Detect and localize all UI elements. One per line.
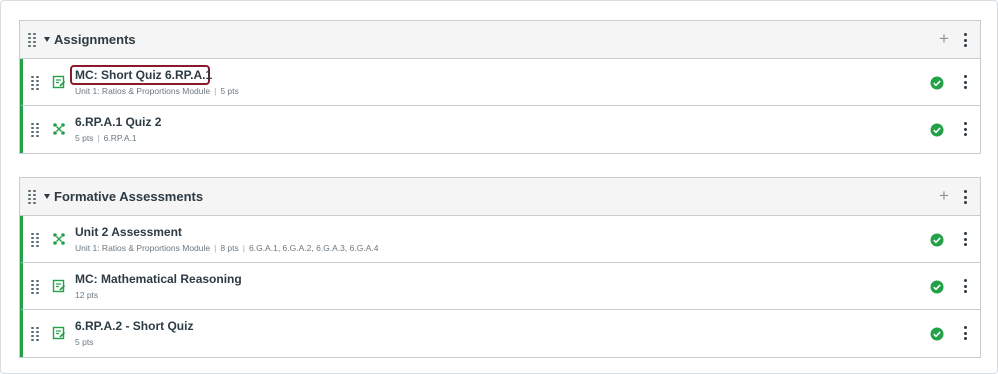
points: 5 pts <box>75 337 94 347</box>
points: 5 pts <box>75 133 94 143</box>
quiz-icon <box>53 123 65 135</box>
assignment-title-link[interactable]: 6.RP.A.2 - Short Quiz <box>75 319 193 333</box>
published-check-icon[interactable] <box>930 233 944 247</box>
kebab-menu-icon[interactable] <box>963 190 967 204</box>
assignment-row[interactable]: MC: Short Quiz 6.RP.A.1 Unit 1: Ratios &… <box>20 59 980 106</box>
module-name: Unit 1: Ratios & Proportions Module <box>75 243 211 253</box>
outcome-tags: 6.RP.A.1 <box>103 133 137 143</box>
assignment-meta: 5 pts <box>75 337 93 347</box>
published-check-icon[interactable] <box>930 76 944 90</box>
published-check-icon[interactable] <box>930 123 944 137</box>
drag-handle-icon[interactable] <box>31 76 39 90</box>
kebab-menu-icon[interactable] <box>963 75 967 89</box>
drag-handle-icon[interactable] <box>31 327 39 341</box>
drag-handle-icon[interactable] <box>28 33 36 47</box>
assignment-meta: Unit 1: Ratios & Proportions Module | 5 pt… <box>75 86 239 96</box>
assignment-row[interactable]: 6.RP.A.1 Quiz 2 5 pts | 6.RP.A.1 <box>20 106 980 153</box>
assignment-title-link[interactable]: MC: Short Quiz 6.RP.A.1 <box>75 68 212 82</box>
assignment-icon <box>52 326 66 340</box>
plus-icon[interactable]: + <box>938 187 950 204</box>
outcome-tags: 6.G.A.1, 6.G.A.2, 6.G.A.3, 6.G.A.4 <box>249 243 379 253</box>
plus-icon[interactable]: + <box>938 30 950 47</box>
assignment-row[interactable]: 6.RP.A.2 - Short Quiz 5 pts <box>20 310 980 357</box>
assignment-title-link[interactable]: Unit 2 Assessment <box>75 225 182 239</box>
assignment-icon <box>52 75 66 89</box>
module-name: Unit 1: Ratios & Proportions Module <box>75 86 211 96</box>
assignment-meta: 5 pts | 6.RP.A.1 <box>75 133 137 143</box>
group-header[interactable]: Assignments + <box>20 21 980 59</box>
assignment-icon <box>52 279 66 293</box>
kebab-menu-icon[interactable] <box>963 326 967 340</box>
kebab-menu-icon[interactable] <box>963 232 967 246</box>
points: 8 pts <box>220 243 239 253</box>
assignment-row[interactable]: MC: Mathematical Reasoning 12 pts <box>20 263 980 310</box>
assignment-title-link[interactable]: 6.RP.A.1 Quiz 2 <box>75 115 161 129</box>
points: 5 pts <box>220 86 239 96</box>
published-check-icon[interactable] <box>930 280 944 294</box>
assignments-page: Assignments + MC: Short Quiz 6.RP.A.1 Un… <box>0 0 998 374</box>
points: 12 pts <box>75 290 99 300</box>
group-title: Assignments <box>54 32 136 47</box>
assignment-row[interactable]: Unit 2 Assessment Unit 1: Ratios & Propo… <box>20 216 980 263</box>
assignment-meta: Unit 1: Ratios & Proportions Module | 8 pt… <box>75 243 379 253</box>
kebab-menu-icon[interactable] <box>963 122 967 136</box>
drag-handle-icon[interactable] <box>31 280 39 294</box>
kebab-menu-icon[interactable] <box>963 33 967 47</box>
group-title: Formative Assessments <box>54 189 204 204</box>
assignment-group-formative-assessments: Formative Assessments + Unit 2 Assessmen… <box>19 177 981 358</box>
assignment-title-link[interactable]: MC: Mathematical Reasoning <box>75 272 242 286</box>
assignment-meta: 12 pts <box>75 290 98 300</box>
group-header[interactable]: Formative Assessments + <box>20 178 980 216</box>
published-check-icon[interactable] <box>930 327 944 341</box>
kebab-menu-icon[interactable] <box>963 279 967 293</box>
assignment-group-assignments: Assignments + MC: Short Quiz 6.RP.A.1 Un… <box>19 20 981 154</box>
drag-handle-icon[interactable] <box>31 233 39 247</box>
drag-handle-icon[interactable] <box>28 190 36 204</box>
quiz-icon <box>53 233 65 245</box>
caret-down-icon[interactable] <box>44 37 50 42</box>
caret-down-icon[interactable] <box>44 194 50 199</box>
drag-handle-icon[interactable] <box>31 123 39 137</box>
